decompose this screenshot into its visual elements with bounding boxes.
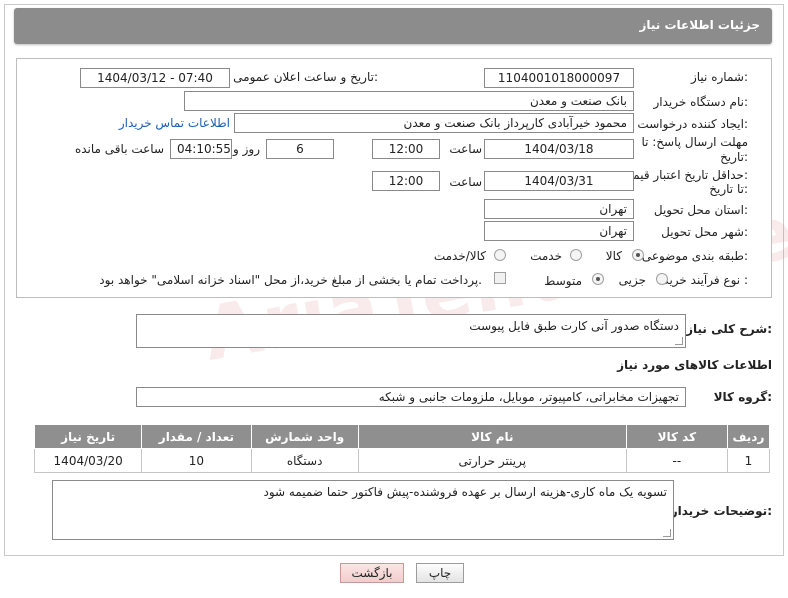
purchase-minor-radio[interactable]	[656, 273, 668, 285]
summary-text: دستگاه صدور آنی کارت طبق فایل پیوست	[469, 319, 679, 333]
cell-name: پرینتر حرارتی	[357, 448, 627, 473]
col-code: کد کالا	[625, 424, 728, 449]
buyer-notes-text: تسویه یک ماه کاری-هزینه ارسال بر عهده فر…	[263, 485, 667, 499]
category-goods-label: کالا	[605, 249, 622, 263]
category-goods-service-label: کالا/خدمت	[433, 249, 486, 263]
cell-code: --	[625, 448, 728, 473]
reply-date-field: 1404/03/18	[484, 139, 634, 159]
remaining-time-label: ساعت باقی مانده	[74, 142, 164, 156]
remaining-time-field: 04:10:55	[170, 139, 232, 159]
category-service-label: خدمت	[530, 249, 562, 263]
buyer-notes-textarea[interactable]: تسویه یک ماه کاری-هزینه ارسال بر عهده فر…	[52, 480, 674, 540]
price-validity-label: حداقل تاریخ اعتبار قیمت:	[621, 168, 748, 182]
goods-table-header: ردیف کد کالا نام کالا واحد شمارش تعداد /…	[33, 424, 771, 449]
col-quantity: تعداد / مقدار	[141, 424, 252, 449]
panel-header: جزئیات اطلاعات نیاز	[14, 8, 772, 44]
category-label: طبقه بندی موضوعی:	[641, 249, 748, 263]
goods-table: ردیف کد کالا نام کالا واحد شمارش تعداد /…	[33, 424, 771, 473]
category-goods-radio[interactable]	[632, 249, 644, 261]
cell-need-date: 1404/03/20	[33, 448, 143, 473]
summary-textarea[interactable]: دستگاه صدور آنی کارت طبق فایل پیوست	[136, 314, 686, 348]
buyer-org-label: نام دستگاه خریدار:	[653, 95, 749, 109]
print-button[interactable]: چاپ	[416, 563, 464, 583]
requester-field: محمود خیرآبادی کارپرداز بانک صنعت و معدن	[234, 113, 634, 133]
need-number-field: 1104001018000097	[484, 68, 634, 88]
col-unit: واحد شمارش	[250, 424, 359, 449]
cell-row: 1	[726, 448, 771, 473]
col-need-date: تاریخ نیاز	[33, 424, 143, 449]
resize-handle-icon[interactable]	[663, 529, 671, 537]
need-number-label: شماره نیاز:	[690, 70, 748, 84]
category-service-radio[interactable]	[570, 249, 582, 261]
days-field: 6	[266, 139, 334, 159]
summary-label: شرح کلی نیاز:	[686, 322, 772, 336]
col-name: نام کالا	[357, 424, 627, 449]
resize-handle-icon[interactable]	[675, 337, 683, 345]
back-button[interactable]: بازگشت	[340, 563, 404, 583]
cell-unit: دستگاه	[250, 448, 359, 473]
goods-group-field: تجهیزات مخابراتی، کامپیوتر، موبایل، ملزو…	[136, 387, 686, 407]
purchase-minor-label: جزیی	[618, 273, 646, 287]
purchase-medium-radio[interactable]	[592, 273, 604, 285]
panel-title: جزئیات اطلاعات نیاز	[639, 18, 760, 32]
reply-time-label: ساعت	[449, 142, 482, 156]
announce-datetime-field: 1404/03/12 - 07:40	[80, 68, 230, 88]
treasury-payment-checkbox[interactable]	[494, 272, 506, 284]
reply-deadline-label-2: تاریخ:	[720, 150, 748, 164]
requester-label: ایجاد کننده درخواست:	[637, 117, 748, 131]
goods-group-label: گروه کالا:	[713, 390, 772, 404]
reply-deadline-label: مهلت ارسال پاسخ: تا	[641, 135, 748, 149]
category-goods-service-radio[interactable]	[494, 249, 506, 261]
cell-quantity: 10	[141, 448, 252, 473]
price-time-label: ساعت	[449, 175, 482, 189]
table-row: 1 -- پرینتر حرارتی دستگاه 10 1404/03/20	[33, 448, 771, 473]
city-field: تهران	[484, 221, 634, 241]
announce-datetime-label: تاریخ و ساعت اعلان عمومی:	[233, 70, 378, 84]
price-time-field: 12:00	[372, 171, 440, 191]
col-row: ردیف	[726, 424, 771, 449]
buyer-contact-link[interactable]: اطلاعات تماس خریدار	[119, 116, 230, 130]
purchase-medium-label: متوسط	[544, 274, 582, 288]
province-field: تهران	[484, 199, 634, 219]
price-date-field: 1404/03/31	[484, 171, 634, 191]
reply-time-field: 12:00	[372, 139, 440, 159]
purchase-type-label: نوع فرآیند خرید :	[663, 273, 748, 287]
province-label: استان محل تحویل:	[653, 203, 748, 217]
city-label: شهر محل تحویل:	[661, 225, 748, 239]
days-label: روز و	[233, 142, 260, 156]
buyer-org-field: بانک صنعت و معدن	[184, 91, 634, 111]
treasury-payment-note: پرداخت تمام یا بخشی از مبلغ خرید،از محل …	[99, 273, 482, 287]
goods-section-title: اطلاعات کالاهای مورد نیاز	[617, 358, 772, 372]
buyer-notes-label: توضیحات خریدار:	[670, 504, 772, 518]
price-validity-label-2: تا تاریخ:	[709, 182, 748, 196]
